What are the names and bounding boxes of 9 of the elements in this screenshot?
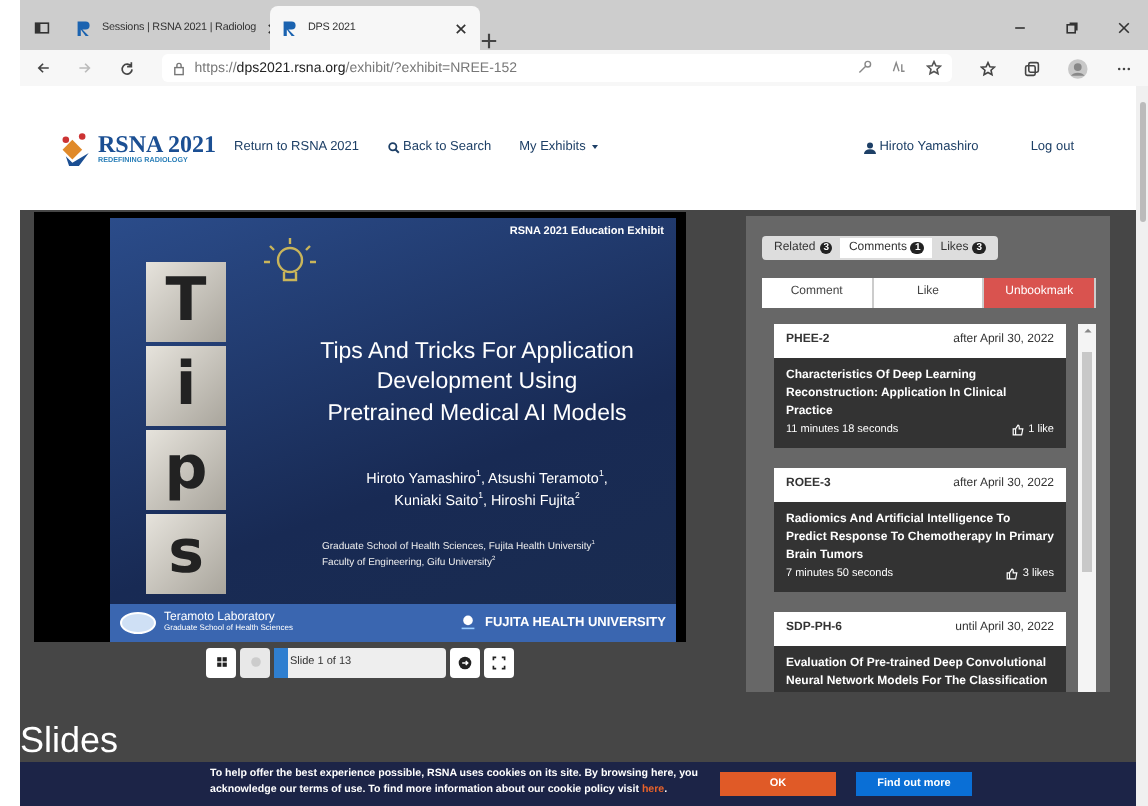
slide-title: Development Using (374, 368, 580, 399)
section-title: Slides (20, 722, 121, 763)
logo-title: RSNA 2021 (98, 131, 217, 156)
letter-cube: s (146, 513, 226, 594)
letter-cube: i (146, 345, 226, 426)
slide-title: Pretrained Medical AI Models (325, 399, 629, 430)
letter-cube: p (146, 429, 226, 510)
slide-title: Tips And Tricks For Application (318, 337, 636, 368)
letter-cube: T (146, 261, 226, 342)
